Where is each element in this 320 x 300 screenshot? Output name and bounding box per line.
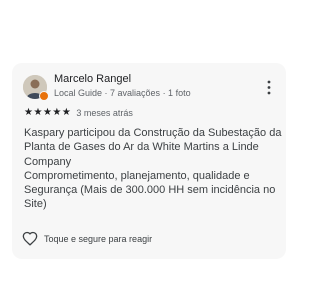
review-paragraph: Comprometimento, planejamento, qualidade…	[24, 169, 276, 211]
star-icon: ★	[61, 107, 71, 118]
star-icon: ★	[33, 107, 43, 118]
star-icon: ★	[42, 107, 52, 118]
author-meta: Local Guide · 7 avaliações · 1 foto	[54, 88, 191, 98]
review-text: Kaspary participou da Construção da Sube…	[24, 126, 288, 212]
review-card: Marcelo Rangel Local Guide · 7 avaliaçõe…	[12, 63, 286, 259]
heart-outline-icon	[22, 231, 38, 246]
review-paragraph: Kaspary participou da Construção da Sube…	[24, 127, 282, 168]
react-button[interactable]: Toque e segure para reagir	[22, 231, 152, 246]
more-options-icon[interactable]	[266, 79, 272, 97]
star-icon: ★	[24, 107, 33, 118]
react-label: Toque e segure para reagir	[44, 233, 153, 244]
author-name[interactable]: Marcelo Rangel	[54, 73, 131, 85]
review-time: 3 meses atrás	[76, 108, 133, 118]
local-guide-badge-icon	[39, 91, 49, 101]
rating-row: ★ ★ ★ ★ ★ 3 meses atrás	[24, 107, 133, 119]
star-icon: ★	[52, 107, 62, 118]
